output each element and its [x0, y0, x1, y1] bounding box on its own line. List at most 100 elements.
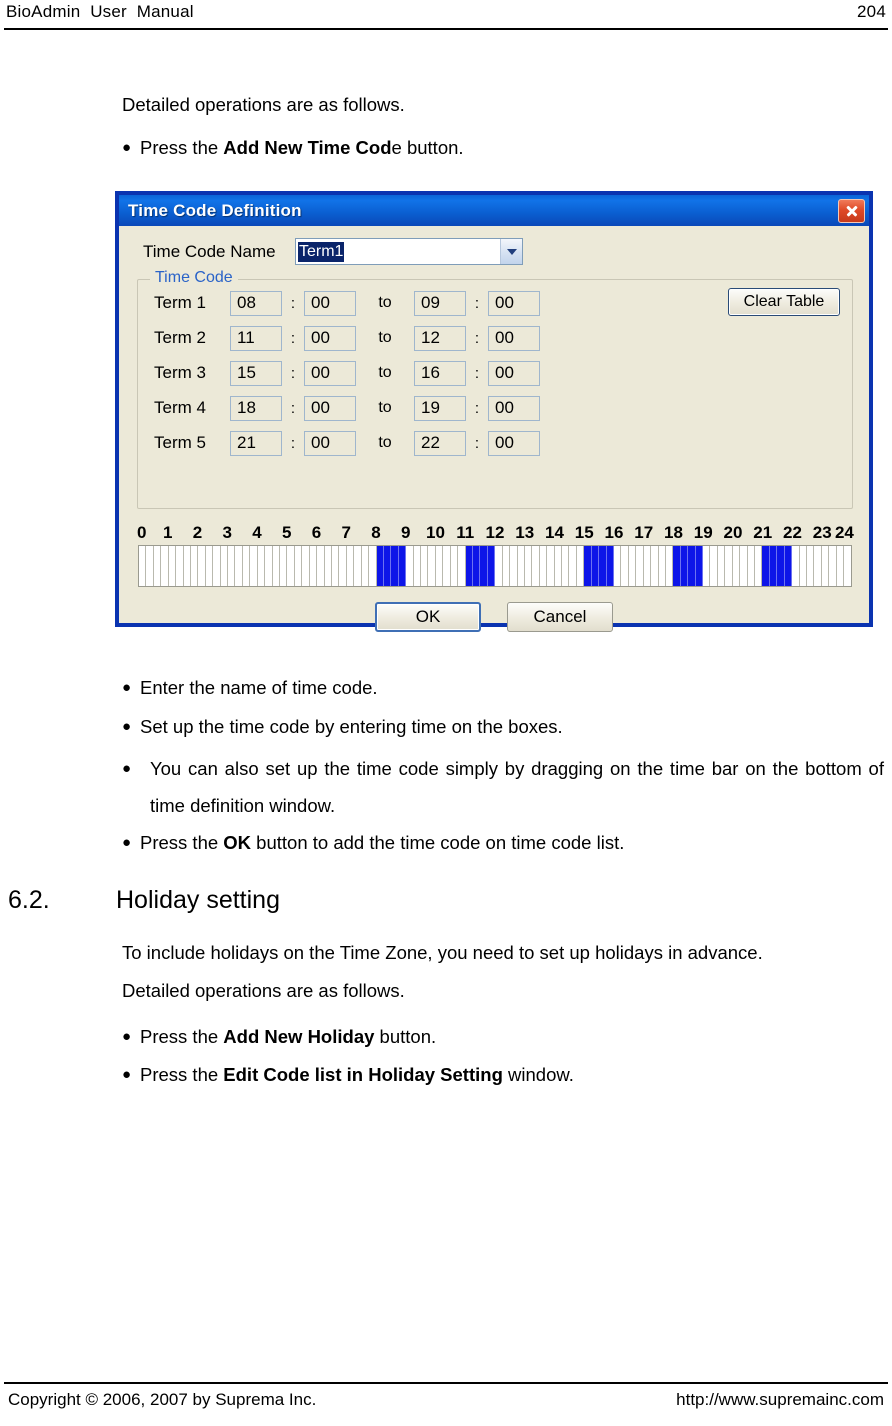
time-bar-cell[interactable] — [235, 546, 243, 586]
time-bar-cell[interactable] — [161, 546, 169, 586]
time-bar-cell[interactable] — [784, 546, 793, 586]
ok-button[interactable]: OK — [375, 602, 481, 632]
time-bar-cell[interactable] — [406, 546, 414, 586]
time-bar-cell[interactable] — [413, 546, 422, 586]
time-bar-cell[interactable] — [799, 546, 807, 586]
time-bar-cell[interactable] — [510, 546, 518, 586]
time-bar-cell[interactable] — [814, 546, 822, 586]
time-bar-cell[interactable] — [183, 546, 191, 586]
time-bar-cell[interactable] — [398, 546, 407, 586]
time-bar-cell[interactable] — [391, 546, 399, 586]
time-bar-cell[interactable] — [302, 546, 310, 586]
time-bar[interactable] — [138, 545, 852, 587]
time-bar-cell[interactable] — [643, 546, 652, 586]
time-bar-cell[interactable] — [599, 546, 607, 586]
time-bar-cell[interactable] — [628, 546, 637, 586]
time-bar-cell[interactable] — [836, 546, 845, 586]
time-bar-cell[interactable] — [443, 546, 451, 586]
time-bar-cell[interactable] — [339, 546, 347, 586]
close-icon[interactable] — [838, 198, 865, 223]
time-bar-cell[interactable] — [198, 546, 206, 586]
time-bar-cell[interactable] — [569, 546, 577, 586]
time-bar-cell[interactable] — [502, 546, 511, 586]
time-bar-cell[interactable] — [153, 546, 162, 586]
term-end-hour-input[interactable]: 12 — [414, 325, 466, 351]
cancel-button[interactable]: Cancel — [507, 602, 613, 632]
time-bar-cell[interactable] — [257, 546, 266, 586]
time-bar-cell[interactable] — [205, 546, 214, 586]
time-code-name-combobox[interactable]: Term1 — [295, 238, 523, 265]
term-end-minute-input[interactable]: 00 — [488, 325, 540, 351]
term-start-minute-input[interactable]: 00 — [304, 430, 356, 456]
time-code-name-input[interactable]: Term1 — [296, 239, 500, 264]
time-bar-cell[interactable] — [213, 546, 221, 586]
time-bar-cell[interactable] — [554, 546, 563, 586]
time-bar-cell[interactable] — [369, 546, 377, 586]
term-end-hour-input[interactable]: 09 — [414, 290, 466, 316]
chevron-down-icon[interactable] — [500, 239, 522, 264]
term-start-minute-input[interactable]: 00 — [304, 290, 356, 316]
time-bar-cell[interactable] — [458, 546, 466, 586]
time-bar-cell[interactable] — [584, 546, 592, 586]
time-bar-cell[interactable] — [376, 546, 384, 586]
time-bar-cell[interactable] — [228, 546, 236, 586]
term-start-hour-input[interactable]: 11 — [230, 325, 282, 351]
time-bar-cell[interactable] — [354, 546, 362, 586]
time-bar-cell[interactable] — [346, 546, 355, 586]
time-bar-cell[interactable] — [517, 546, 525, 586]
time-bar-cell[interactable] — [806, 546, 815, 586]
time-bar-cell[interactable] — [487, 546, 496, 586]
time-bar-cell[interactable] — [250, 546, 258, 586]
website-url[interactable]: http://www.supremainc.com — [676, 1390, 884, 1410]
term-start-hour-input[interactable]: 08 — [230, 290, 282, 316]
time-bar-cell[interactable] — [651, 546, 659, 586]
dialog-titlebar[interactable]: Time Code Definition — [119, 195, 869, 226]
time-bar-cell[interactable] — [361, 546, 370, 586]
time-bar-cell[interactable] — [636, 546, 644, 586]
time-bar-cell[interactable] — [688, 546, 696, 586]
time-bar-cell[interactable] — [287, 546, 295, 586]
time-bar-cell[interactable] — [480, 546, 488, 586]
time-bar-cell[interactable] — [176, 546, 184, 586]
term-start-hour-input[interactable]: 15 — [230, 360, 282, 386]
term-start-hour-input[interactable]: 18 — [230, 395, 282, 421]
time-bar-cell[interactable] — [725, 546, 733, 586]
term-end-hour-input[interactable]: 16 — [414, 360, 466, 386]
time-bar-cell[interactable] — [524, 546, 533, 586]
time-bar-cell[interactable] — [680, 546, 689, 586]
time-bar-cell[interactable] — [829, 546, 837, 586]
time-code-definition-dialog[interactable]: Time Code Definition Time Code Name Term… — [116, 192, 872, 632]
term-end-minute-input[interactable]: 00 — [488, 290, 540, 316]
time-bar-cell[interactable] — [465, 546, 473, 586]
time-bar-cell[interactable] — [428, 546, 436, 586]
time-bar-cell[interactable] — [168, 546, 177, 586]
term-start-minute-input[interactable]: 00 — [304, 395, 356, 421]
time-bar-cell[interactable] — [265, 546, 273, 586]
time-bar-cell[interactable] — [309, 546, 318, 586]
time-bar-cell[interactable] — [495, 546, 503, 586]
term-end-hour-input[interactable]: 22 — [414, 430, 466, 456]
time-bar-cell[interactable] — [331, 546, 340, 586]
time-bar-cell[interactable] — [576, 546, 585, 586]
time-bar-cell[interactable] — [139, 546, 147, 586]
time-bar-cell[interactable] — [547, 546, 555, 586]
time-bar-cell[interactable] — [532, 546, 540, 586]
time-bar-cell[interactable] — [383, 546, 392, 586]
time-bar-cell[interactable] — [472, 546, 481, 586]
time-bar-cell[interactable] — [665, 546, 674, 586]
time-bar-cell[interactable] — [294, 546, 303, 586]
time-bar-cell[interactable] — [755, 546, 763, 586]
time-bar-cell[interactable] — [673, 546, 681, 586]
time-bar-cell[interactable] — [280, 546, 288, 586]
time-bar-cell[interactable] — [435, 546, 444, 586]
time-bar-cell[interactable] — [539, 546, 548, 586]
time-bar-cell[interactable] — [821, 546, 830, 586]
time-bar-cell[interactable] — [658, 546, 666, 586]
time-bar-cell[interactable] — [421, 546, 429, 586]
time-bar-cell[interactable] — [695, 546, 704, 586]
term-start-minute-input[interactable]: 00 — [304, 360, 356, 386]
time-bar-cell[interactable] — [606, 546, 614, 586]
time-bar-cell[interactable] — [777, 546, 785, 586]
term-end-minute-input[interactable]: 00 — [488, 395, 540, 421]
time-bar-cell[interactable] — [621, 546, 629, 586]
